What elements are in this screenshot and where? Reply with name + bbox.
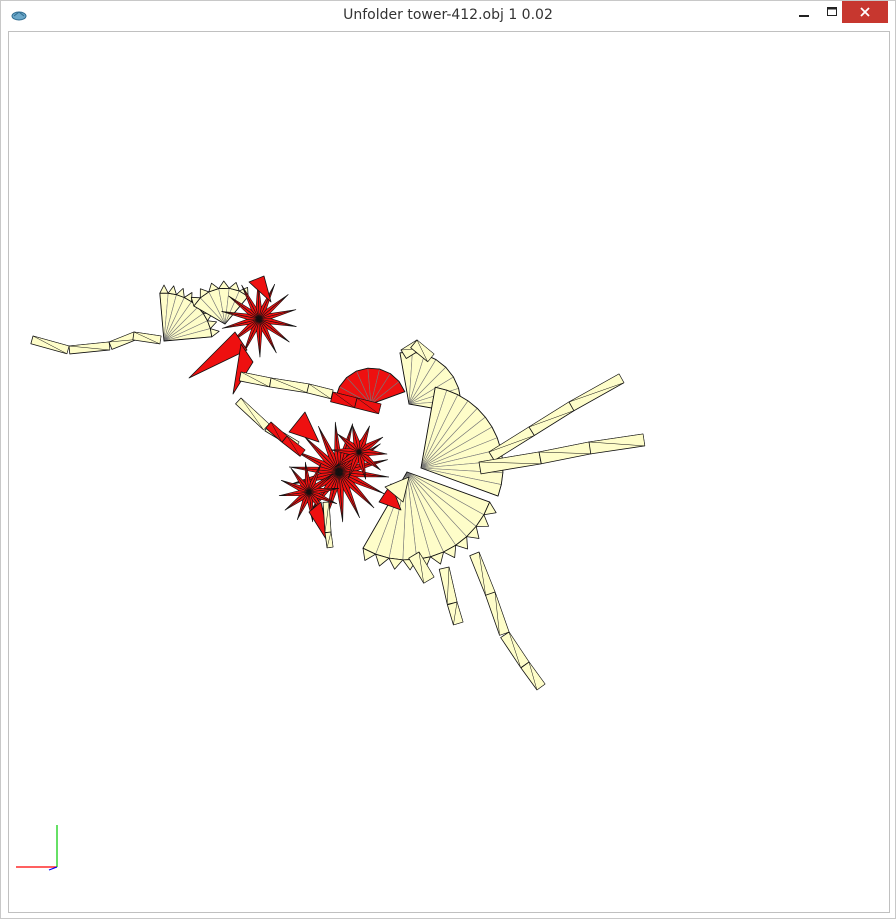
mesh-face <box>209 328 220 338</box>
window-title: Unfolder tower-412.obj 1 0.02 <box>343 7 553 23</box>
close-button[interactable] <box>842 1 888 23</box>
app-window: Unfolder tower-412.obj 1 0.02 <box>0 0 896 919</box>
mesh-face <box>447 566 458 605</box>
minimize-button[interactable] <box>788 1 820 23</box>
mesh-face <box>538 441 592 455</box>
mesh-face <box>167 285 177 296</box>
mesh-face <box>218 280 230 289</box>
maximize-icon <box>827 7 837 16</box>
close-icon <box>860 7 870 17</box>
mesh-faces <box>30 275 646 691</box>
render-viewport[interactable] <box>8 31 890 913</box>
mesh-face <box>288 411 320 443</box>
title-bar[interactable]: Unfolder tower-412.obj 1 0.02 <box>1 1 895 31</box>
mesh-face <box>159 284 169 294</box>
axes-gizmo <box>16 825 58 871</box>
mesh-face <box>240 397 270 431</box>
mesh-face <box>388 557 404 570</box>
minimize-icon <box>799 15 809 17</box>
unfolded-mesh-render[interactable] <box>9 32 889 912</box>
